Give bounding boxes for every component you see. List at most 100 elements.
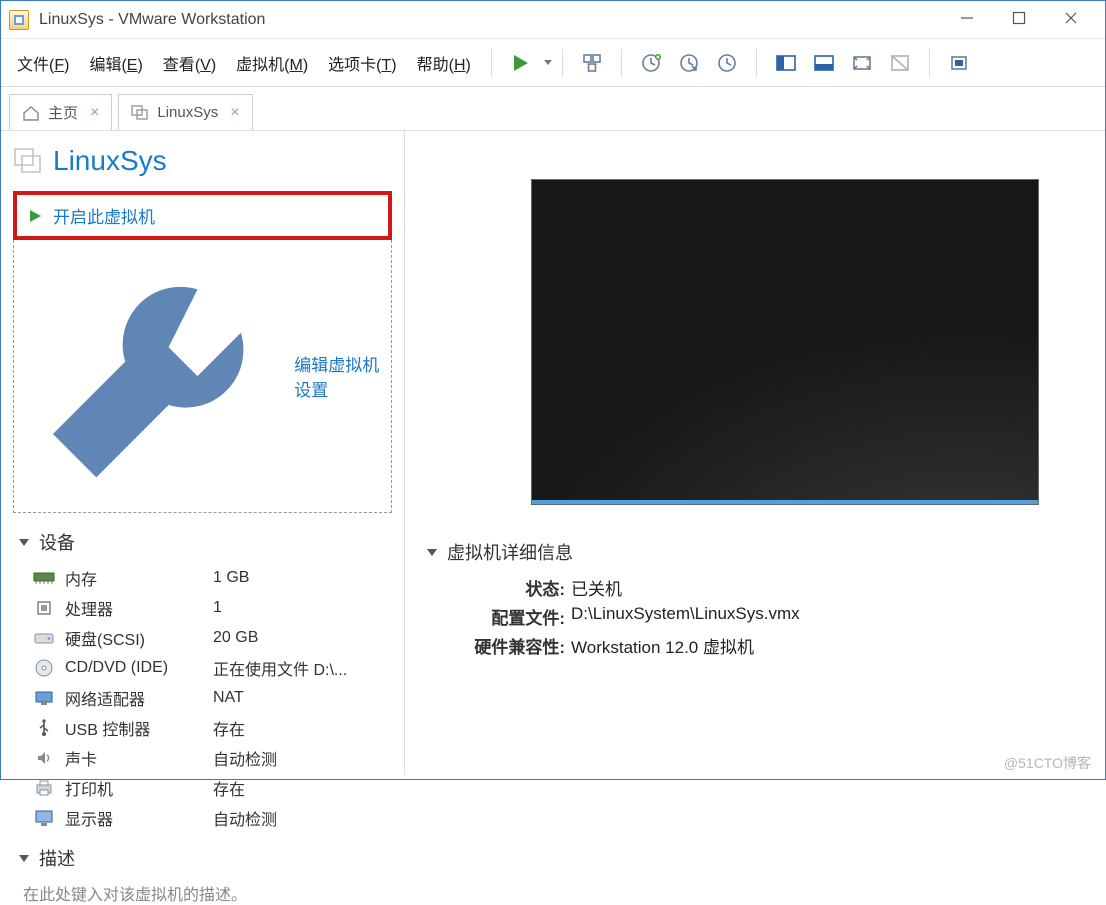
right-pane: 虚拟机详细信息 状态:已关机配置文件:D:\LinuxSystem\LinuxS… — [405, 131, 1105, 775]
edit-vm-settings-link[interactable]: 编辑虚拟机设置 — [13, 240, 392, 513]
toolbar-thumbnail-side-icon[interactable] — [771, 48, 801, 78]
toolbar-play-button[interactable] — [506, 48, 536, 78]
power-on-label: 开启此虚拟机 — [53, 203, 155, 228]
detail-label: 状态: — [459, 575, 565, 600]
tab-home-label: 主页 — [48, 102, 78, 123]
vm-name: LinuxSys — [53, 145, 167, 177]
edit-settings-label: 编辑虚拟机设置 — [294, 351, 381, 401]
play-icon — [27, 208, 43, 224]
device-value: NAT — [213, 689, 244, 707]
wrench-icon — [24, 246, 284, 506]
menu-edit[interactable]: 编辑(E) — [79, 47, 152, 79]
toolbar-revert-icon[interactable] — [674, 48, 704, 78]
power-on-vm-link[interactable]: 开启此虚拟机 — [17, 195, 388, 236]
device-row[interactable]: 声卡自动检测 — [19, 743, 386, 773]
device-label: USB 控制器 — [65, 716, 213, 740]
devices-header[interactable]: 设备 — [19, 529, 386, 555]
device-label: 显示器 — [65, 806, 213, 830]
detail-label: 硬件兼容性: — [459, 633, 565, 658]
left-pane: LinuxSys 开启此虚拟机 编辑虚拟机设置 设备 内存1 GB处理器1硬盘(… — [1, 131, 405, 775]
vm-stack-icon — [13, 147, 43, 175]
vm-icon — [131, 105, 149, 121]
devices-section: 设备 内存1 GB处理器1硬盘(SCSI)20 GBCD/DVD (IDE)正在… — [1, 517, 404, 833]
home-icon — [22, 105, 40, 121]
device-label: 内存 — [65, 566, 213, 590]
tab-linuxsys-close[interactable]: × — [230, 104, 239, 122]
tab-linuxsys-label: LinuxSys — [157, 104, 218, 121]
description-section: 描述 在此处键入对该虚拟机的描述。 — [1, 833, 404, 905]
toolbar-snapshot-manager-icon[interactable] — [712, 48, 742, 78]
toolbar-fullscreen-icon[interactable] — [944, 48, 974, 78]
detail-value: 已关机 — [571, 575, 622, 600]
device-row[interactable]: 处理器1 — [19, 593, 386, 623]
tab-home-close[interactable]: × — [90, 104, 99, 122]
device-label: 声卡 — [65, 746, 213, 770]
power-on-highlight: 开启此虚拟机 — [13, 191, 392, 240]
device-label: 网络适配器 — [65, 686, 213, 710]
toolbar-thumbnail-bottom-icon[interactable] — [809, 48, 839, 78]
window-controls — [941, 1, 1097, 38]
menu-help[interactable]: 帮助(H) — [407, 47, 481, 79]
tab-strip: 主页 × LinuxSys × — [1, 87, 1105, 131]
caret-down-icon — [19, 855, 29, 862]
device-label: 处理器 — [65, 596, 213, 620]
menu-view[interactable]: 查看(V) — [153, 47, 226, 79]
device-value: 20 GB — [213, 629, 258, 647]
disk-icon — [33, 629, 55, 647]
detail-row: 硬件兼容性:Workstation 12.0 虚拟机 — [459, 631, 1087, 660]
detail-label: 配置文件: — [459, 604, 565, 629]
toolbar-send-icon[interactable] — [577, 48, 607, 78]
tab-home[interactable]: 主页 × — [9, 94, 112, 130]
vm-preview[interactable] — [531, 179, 1039, 505]
vm-details-title: 虚拟机详细信息 — [447, 539, 573, 565]
device-value: 正在使用文件 D:\... — [213, 656, 347, 680]
cd-icon — [33, 659, 55, 677]
tab-linuxsys[interactable]: LinuxSys × — [118, 94, 252, 130]
device-value: 1 GB — [213, 569, 249, 587]
nic-icon — [33, 689, 55, 707]
device-value: 自动检测 — [213, 806, 277, 830]
device-row[interactable]: 内存1 GB — [19, 563, 386, 593]
device-label: CD/DVD (IDE) — [65, 659, 213, 677]
device-row[interactable]: 显示器自动检测 — [19, 803, 386, 833]
detail-value: D:\LinuxSystem\LinuxSys.vmx — [571, 604, 800, 629]
device-row[interactable]: 网络适配器NAT — [19, 683, 386, 713]
toolbar-snapshot-icon[interactable] — [636, 48, 666, 78]
menubar: 文件(F) 编辑(E) 查看(V) 虚拟机(M) 选项卡(T) 帮助(H) — [1, 39, 1105, 87]
detail-row: 状态:已关机 — [459, 573, 1087, 602]
window-title: LinuxSys - VMware Workstation — [39, 11, 265, 29]
device-row[interactable]: USB 控制器存在 — [19, 713, 386, 743]
sound-icon — [33, 749, 55, 767]
device-row[interactable]: CD/DVD (IDE)正在使用文件 D:\... — [19, 653, 386, 683]
app-icon — [9, 10, 29, 30]
devices-title: 设备 — [39, 529, 75, 555]
toolbar-fit-icon[interactable] — [847, 48, 877, 78]
memory-icon — [33, 569, 55, 587]
close-button[interactable] — [1045, 1, 1097, 35]
detail-row: 配置文件:D:\LinuxSystem\LinuxSys.vmx — [459, 602, 1087, 631]
display-icon — [33, 809, 55, 827]
printer-icon — [33, 779, 55, 797]
toolbar-unity-icon[interactable] — [885, 48, 915, 78]
device-label: 硬盘(SCSI) — [65, 626, 213, 650]
device-value: 1 — [213, 599, 222, 617]
content-area: LinuxSys 开启此虚拟机 编辑虚拟机设置 设备 内存1 GB处理器1硬盘(… — [1, 131, 1105, 775]
maximize-button[interactable] — [993, 1, 1045, 35]
description-header[interactable]: 描述 — [19, 845, 386, 871]
description-placeholder[interactable]: 在此处键入对该虚拟机的描述。 — [19, 879, 386, 905]
device-row[interactable]: 硬盘(SCSI)20 GB — [19, 623, 386, 653]
cpu-icon — [33, 599, 55, 617]
vm-details-header[interactable]: 虚拟机详细信息 — [427, 539, 1087, 565]
minimize-button[interactable] — [941, 1, 993, 35]
menu-vm[interactable]: 虚拟机(M) — [226, 47, 318, 79]
window-titlebar: LinuxSys - VMware Workstation — [1, 1, 1105, 39]
device-value: 自动检测 — [213, 746, 277, 770]
caret-down-icon — [19, 539, 29, 546]
toolbar-play-dropdown[interactable] — [544, 60, 552, 65]
description-title: 描述 — [39, 845, 75, 871]
device-value: 存在 — [213, 716, 245, 740]
usb-icon — [33, 719, 55, 737]
menu-tabs[interactable]: 选项卡(T) — [318, 47, 406, 79]
device-row[interactable]: 打印机存在 — [19, 773, 386, 803]
menu-file[interactable]: 文件(F) — [7, 47, 79, 79]
